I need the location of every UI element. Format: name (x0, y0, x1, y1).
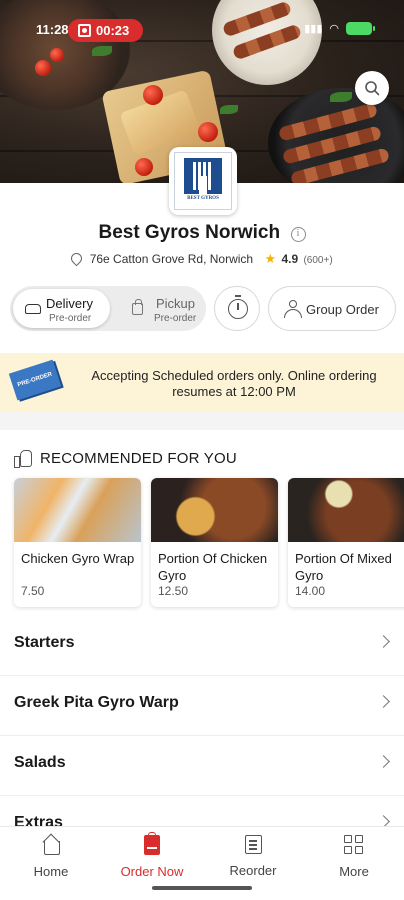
home-icon (41, 835, 61, 855)
restaurant-name: Best Gyros Norwich (98, 222, 281, 243)
star-icon: ★ (264, 251, 277, 266)
group-order-button[interactable]: Group Order (268, 286, 396, 331)
bag-icon (132, 299, 143, 315)
delivery-label: Delivery (46, 296, 93, 311)
receipt-icon (244, 835, 262, 854)
item-name: Chicken Gyro Wrap (21, 551, 135, 566)
wifi-icon: ◠ (329, 23, 339, 35)
recording-time: 00:23 (96, 23, 130, 38)
group-order-label: Group Order (306, 302, 379, 317)
record-icon (78, 24, 91, 37)
category-row-greek-pita-gyro-warp[interactable]: Greek Pita Gyro Warp (0, 675, 404, 735)
chevron-right-icon (377, 755, 390, 768)
restaurant-logo: BEST GYROS (169, 147, 237, 215)
rating-count: (600+) (303, 255, 333, 266)
nav-reorder-label: Reorder (229, 863, 277, 878)
item-image (14, 478, 141, 542)
item-price: 12.50 (158, 584, 189, 598)
item-price: 14.00 (295, 584, 326, 598)
recommended-item-card[interactable]: Portion Of Chicken Gyro 12.50 (151, 478, 278, 607)
screen-recording-indicator[interactable]: 00:23 (68, 19, 143, 42)
category-row-salads[interactable]: Salads (0, 735, 404, 795)
nav-more[interactable]: More (319, 835, 389, 879)
delivery-option[interactable]: Delivery Pre-order (13, 289, 110, 328)
nav-home[interactable]: Home (16, 835, 86, 879)
chevron-right-icon (377, 635, 390, 648)
recommended-header: RECOMMENDED FOR YOU (14, 448, 237, 468)
info-icon[interactable]: i (290, 227, 306, 242)
car-icon (25, 304, 41, 314)
fork-icon (184, 158, 222, 194)
search-button[interactable] (355, 71, 389, 105)
pickup-sublabel: Pre-order (154, 313, 197, 324)
order-mode-toggle: Delivery Pre-order Pickup Pre-order (10, 286, 206, 331)
pickup-label: Pickup (156, 296, 196, 311)
location-pin-icon (69, 250, 85, 267)
search-icon (365, 81, 380, 96)
category-label: Starters (14, 634, 75, 651)
recommended-item-card[interactable]: Chicken Gyro Wrap 7.50 (14, 478, 141, 607)
recommended-item-card[interactable]: Portion Of Mixed Gyro 14.00 (288, 478, 404, 607)
category-label: Greek Pita Gyro Warp (14, 694, 179, 711)
category-label: Salads (14, 754, 66, 771)
nav-home-label: Home (33, 864, 69, 879)
address-row: 76e Catton Grove Rd, Norwich ★ 4.9 (600+… (0, 250, 404, 267)
shopping-bag-icon (144, 832, 160, 855)
category-row-starters[interactable]: Starters (0, 615, 404, 675)
restaurant-address: 76e Catton Grove Rd, Norwich (89, 252, 254, 266)
recommended-title: RECOMMENDED FOR YOU (40, 449, 237, 467)
home-indicator (152, 886, 252, 890)
status-time: 11:28 (36, 22, 69, 37)
nav-more-label: More (339, 864, 369, 879)
item-image (288, 478, 404, 542)
group-icon (284, 300, 302, 318)
status-bar: 11:28 00:23 ▮▮▮ ◠ (0, 0, 404, 42)
battery-icon (346, 22, 375, 35)
logo-text: BEST GYROS (187, 196, 219, 201)
banner-text: Accepting Scheduled orders only. Online … (91, 368, 377, 399)
item-price: 7.50 (21, 584, 45, 598)
grid-icon (344, 835, 364, 855)
item-name: Portion Of Chicken Gyro (158, 551, 268, 583)
pickup-option[interactable]: Pickup Pre-order (112, 289, 204, 328)
thumbs-up-icon (14, 450, 32, 468)
nav-order-now[interactable]: Order Now (117, 832, 187, 879)
section-divider (0, 412, 404, 430)
item-image (151, 478, 278, 542)
nav-order-now-label: Order Now (120, 864, 184, 879)
nav-reorder[interactable]: Reorder (218, 835, 288, 878)
rating-value: 4.9 (281, 252, 299, 266)
item-name: Portion Of Mixed Gyro (295, 551, 392, 583)
signal-icon: ▮▮▮ (304, 23, 323, 35)
schedule-button[interactable] (214, 286, 260, 331)
delivery-sublabel: Pre-order (49, 313, 92, 324)
chevron-right-icon (377, 695, 390, 708)
timer-icon (228, 295, 248, 319)
